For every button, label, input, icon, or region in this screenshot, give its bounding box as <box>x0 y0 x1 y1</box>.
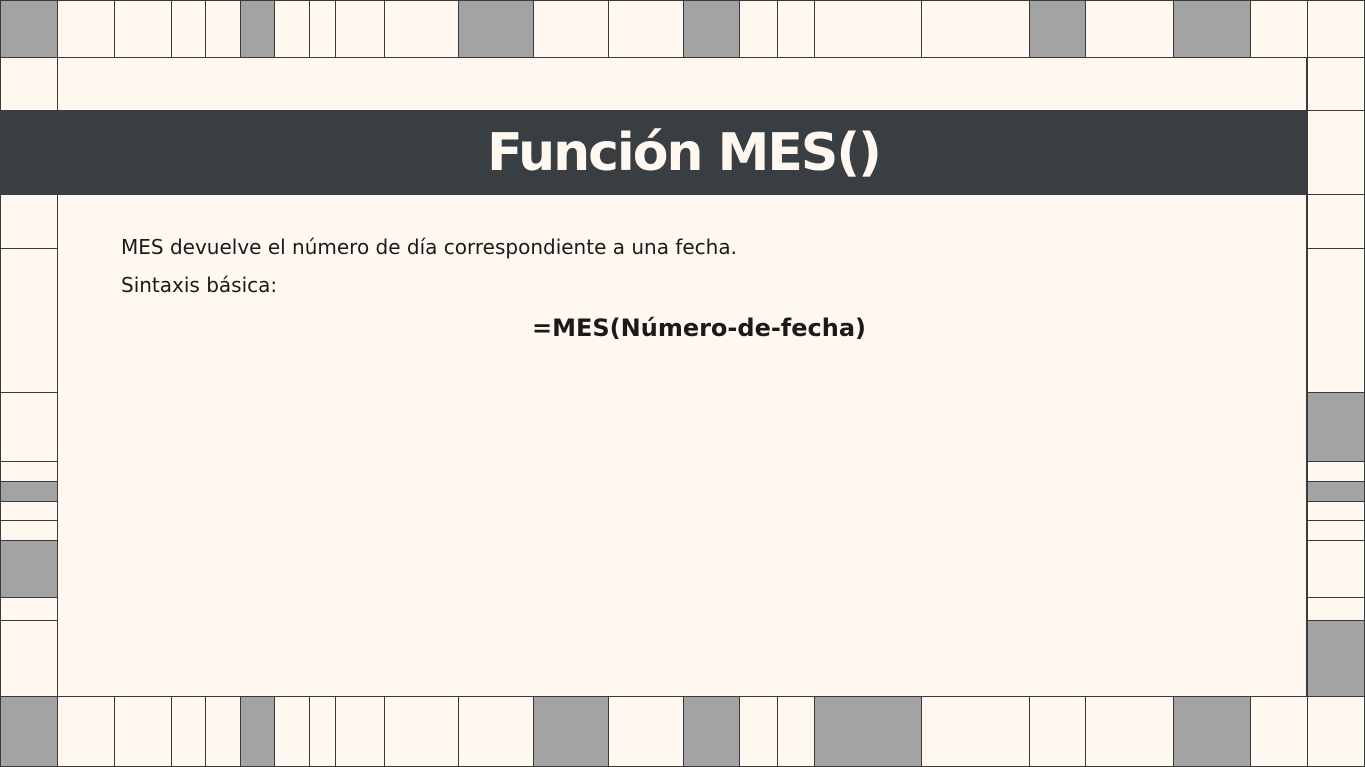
border-tile <box>205 0 241 58</box>
border-tile <box>1307 620 1365 697</box>
border-tile <box>1085 696 1174 767</box>
border-tile <box>240 0 275 58</box>
border-tile <box>1173 0 1251 58</box>
border-tile <box>1307 461 1365 482</box>
border-tile <box>1085 0 1174 58</box>
border-tile <box>205 696 241 767</box>
border-tile <box>814 0 922 58</box>
border-tile <box>114 696 172 767</box>
border-tile <box>608 0 684 58</box>
border-tile <box>1307 520 1365 541</box>
border-tile <box>608 696 684 767</box>
border-tile <box>458 0 534 58</box>
border-tile <box>921 696 1030 767</box>
border-tile <box>1307 481 1365 502</box>
border-tile <box>921 0 1030 58</box>
border-tile <box>1307 696 1365 767</box>
border-tile <box>0 392 58 462</box>
border-tile <box>0 57 58 111</box>
border-tile <box>458 696 534 767</box>
border-tile <box>1307 540 1365 598</box>
border-tile <box>1029 696 1086 767</box>
syntax-label: Sintaxis básica: <box>121 273 278 297</box>
border-tile <box>0 520 58 541</box>
border-tile <box>777 696 815 767</box>
border-tile <box>0 540 58 598</box>
border-tile <box>274 0 310 58</box>
border-tile <box>1307 392 1365 462</box>
border-tile <box>1250 696 1308 767</box>
syntax-formula: =MES(Número-de-fecha) <box>532 314 866 342</box>
border-tile <box>683 696 740 767</box>
border-tile <box>1307 57 1365 111</box>
border-tile <box>533 696 609 767</box>
title-band: Función MES() <box>0 110 1307 195</box>
border-tile <box>0 597 58 621</box>
border-tile <box>171 0 206 58</box>
border-tile <box>57 0 115 58</box>
border-tile <box>0 194 58 249</box>
border-tile <box>0 481 58 502</box>
border-tile <box>1307 501 1365 521</box>
border-tile <box>777 0 815 58</box>
border-tile <box>533 0 609 58</box>
border-tile <box>384 0 459 58</box>
border-tile <box>309 0 336 58</box>
border-tile <box>814 696 922 767</box>
border-tile <box>1250 0 1308 58</box>
border-tile <box>240 696 275 767</box>
border-tile <box>335 0 385 58</box>
slide-title: Función MES() <box>487 122 882 183</box>
border-tile <box>683 0 740 58</box>
border-tile <box>0 501 58 521</box>
border-tile <box>335 696 385 767</box>
border-tile <box>309 696 336 767</box>
border-tile <box>739 0 778 58</box>
border-tile <box>1307 194 1365 249</box>
border-tile <box>0 0 58 58</box>
border-tile <box>57 696 115 767</box>
border-tile <box>384 696 459 767</box>
border-tile <box>0 620 58 697</box>
border-tile <box>0 696 58 767</box>
border-tile <box>1307 110 1365 195</box>
border-tile <box>0 461 58 482</box>
border-tile <box>1307 597 1365 621</box>
border-tile <box>171 696 206 767</box>
border-tile <box>1173 696 1251 767</box>
border-tile <box>739 696 778 767</box>
border-tile <box>274 696 310 767</box>
description-text: MES devuelve el número de día correspond… <box>121 235 737 259</box>
border-tile <box>1307 0 1365 58</box>
border-tile <box>1029 0 1086 58</box>
border-tile <box>114 0 172 58</box>
